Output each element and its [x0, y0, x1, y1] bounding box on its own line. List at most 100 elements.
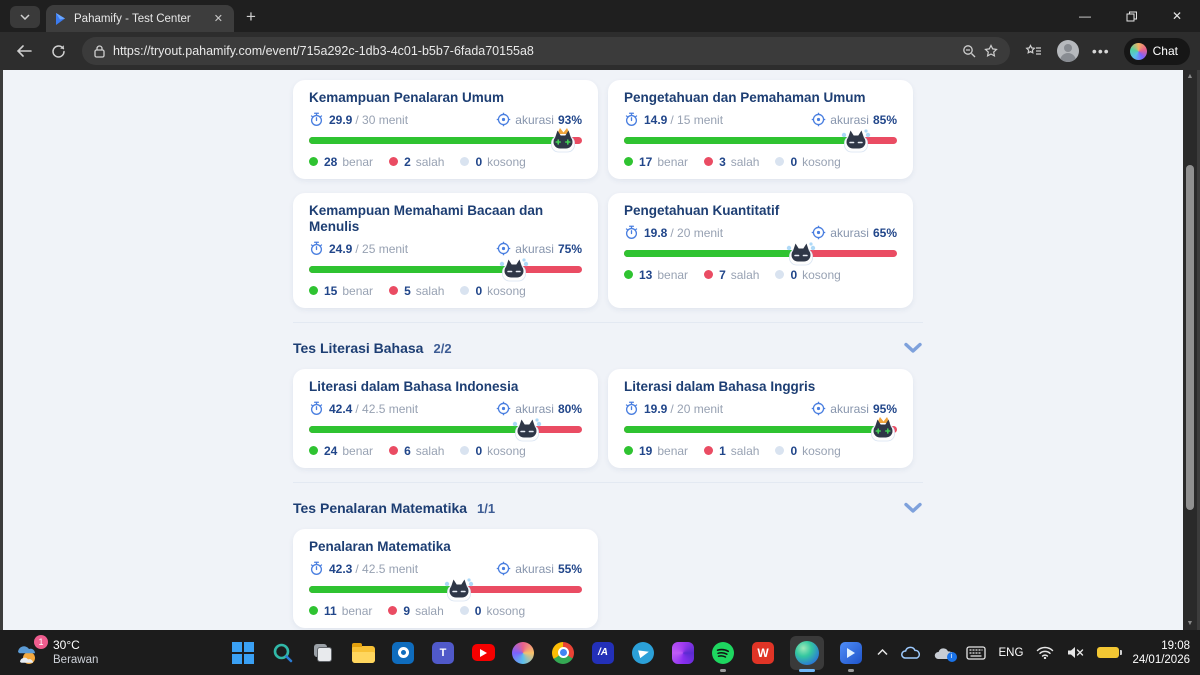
chrome-button[interactable]	[550, 633, 576, 673]
scroll-down-icon[interactable]: ▼	[1187, 617, 1194, 630]
accuracy-value: 75%	[557, 241, 582, 256]
language-indicator[interactable]: ENG	[999, 647, 1024, 659]
touch-keyboard-icon[interactable]	[965, 645, 986, 660]
copilot-button[interactable]	[510, 633, 536, 673]
card-title: Kemampuan Memahami Bacaan dan Menulis	[309, 203, 544, 234]
salah-count: 5	[404, 283, 411, 298]
youtube-button[interactable]	[470, 633, 496, 673]
page-scrollbar[interactable]: ▲ ▼	[1183, 70, 1197, 630]
taskbar-clock[interactable]: 19:08 24/01/2026	[1132, 639, 1190, 667]
outlook-button[interactable]	[390, 633, 416, 673]
microsoft-365-button[interactable]	[670, 633, 696, 673]
search-icon	[273, 643, 293, 662]
mascot-icon	[510, 414, 544, 444]
close-button[interactable]: ✕	[1154, 0, 1200, 32]
scrollbar-thumb[interactable]	[1186, 165, 1194, 510]
pahamify-favicon	[56, 12, 65, 25]
windows-icon	[232, 641, 254, 664]
pahamify-app-button[interactable]	[838, 633, 864, 673]
start-button[interactable]	[230, 633, 256, 673]
salah-label: salah	[415, 283, 445, 298]
section-count: 2/2	[433, 340, 452, 356]
benar-count: 19	[639, 443, 653, 458]
spotify-button[interactable]	[710, 633, 736, 673]
section-title: Tes Penalaran Matematika	[293, 500, 468, 516]
accuracy-value: 55%	[557, 561, 582, 576]
time-total: / 20 menit	[670, 225, 724, 240]
wps-office-icon: W	[752, 641, 774, 664]
tab-close-icon[interactable]: ✕	[211, 12, 226, 25]
kosong-label: kosong	[802, 267, 841, 282]
salah-count: 2	[404, 154, 411, 169]
file-explorer-button[interactable]	[350, 633, 376, 673]
benar-dot	[309, 157, 318, 166]
time-total: / 42.5 menit	[355, 401, 419, 416]
test-result-card: Pengetahuan Kuantitatif 19.8 / 20 menit …	[608, 193, 913, 308]
kosong-dot	[459, 606, 469, 615]
progress-bar	[309, 418, 582, 442]
time-used: 14.9	[644, 112, 668, 127]
test-result-card: Kemampuan Memahami Bacaan dan Menulis 24…	[293, 193, 598, 308]
browser-tab[interactable]: Pahamify - Test Center ✕	[46, 5, 234, 32]
battery-level	[1097, 647, 1123, 658]
timer-icon	[310, 561, 323, 575]
time-total: / 30 menit	[355, 112, 409, 127]
mascot-icon	[497, 254, 531, 284]
onedrive-icon[interactable]	[900, 646, 921, 660]
scroll-up-icon[interactable]: ▲	[1187, 70, 1194, 83]
progress-bar	[624, 129, 897, 153]
restore-icon	[1126, 11, 1137, 21]
accuracy-icon	[812, 401, 826, 416]
copilot-chat-button[interactable]: Chat	[1123, 37, 1190, 65]
benar-count: 11	[324, 603, 337, 618]
ia-app-button[interactable]: /A	[590, 633, 616, 673]
new-tab-button[interactable]: +	[246, 7, 256, 27]
wifi-icon[interactable]	[1036, 646, 1054, 659]
edge-button[interactable]	[790, 635, 824, 672]
back-arrow-icon	[16, 45, 32, 57]
tray-chevron-up-icon[interactable]	[876, 649, 888, 656]
benar-label: benar	[342, 283, 374, 298]
weather-widget[interactable]: 1 30°C Berawan	[12, 630, 98, 675]
refresh-button[interactable]	[44, 37, 72, 65]
progress-bar	[309, 578, 582, 602]
running-indicator	[720, 668, 726, 672]
volume-muted-icon[interactable]	[1067, 646, 1084, 659]
chevron-down-icon[interactable]	[903, 502, 923, 514]
task-view-button[interactable]	[310, 633, 336, 673]
profile-avatar[interactable]	[1054, 37, 1082, 65]
tab-search-button[interactable]	[10, 6, 40, 28]
wps-office-button[interactable]: W	[750, 633, 776, 673]
favorites-icon[interactable]	[1020, 37, 1048, 65]
teams-button[interactable]: T	[430, 633, 456, 673]
timer-icon	[625, 401, 638, 415]
restore-button[interactable]	[1108, 0, 1154, 32]
kosong-label: kosong	[802, 154, 841, 169]
benar-count: 24	[324, 443, 338, 458]
address-bar[interactable]: https://tryout.pahamify.com/event/715a29…	[82, 37, 1010, 65]
zoom-search-icon[interactable]	[962, 44, 976, 58]
refresh-icon	[51, 44, 65, 58]
back-button[interactable]	[10, 37, 38, 65]
salah-label: salah	[415, 443, 445, 458]
card-title: Literasi dalam Bahasa Inggris	[624, 379, 816, 394]
benar-count: 13	[639, 267, 653, 282]
card-title: Pengetahuan dan Pemahaman Umum	[624, 90, 866, 105]
kosong-dot	[775, 157, 785, 166]
time-total: / 15 menit	[670, 112, 724, 127]
notification-badge: 1	[34, 634, 48, 649]
bookmark-star-icon[interactable]	[984, 44, 998, 58]
telegram-button[interactable]	[630, 633, 656, 673]
minimize-button[interactable]: —	[1062, 0, 1108, 32]
salah-label: salah	[730, 154, 760, 169]
settings-menu-icon[interactable]: •••	[1088, 43, 1114, 59]
battery-icon[interactable]	[1097, 647, 1123, 658]
weather-cloud-tray-icon[interactable]: i	[934, 646, 957, 662]
test-result-card: Literasi dalam Bahasa Inggris 19.9 / 20 …	[608, 369, 913, 468]
taskbar-search[interactable]	[270, 633, 296, 673]
weather-desc: Berawan	[53, 654, 99, 666]
progress-bar	[309, 258, 582, 282]
mascot-icon	[866, 414, 900, 444]
chevron-down-icon[interactable]	[903, 342, 923, 354]
kosong-count: 0	[790, 443, 798, 458]
